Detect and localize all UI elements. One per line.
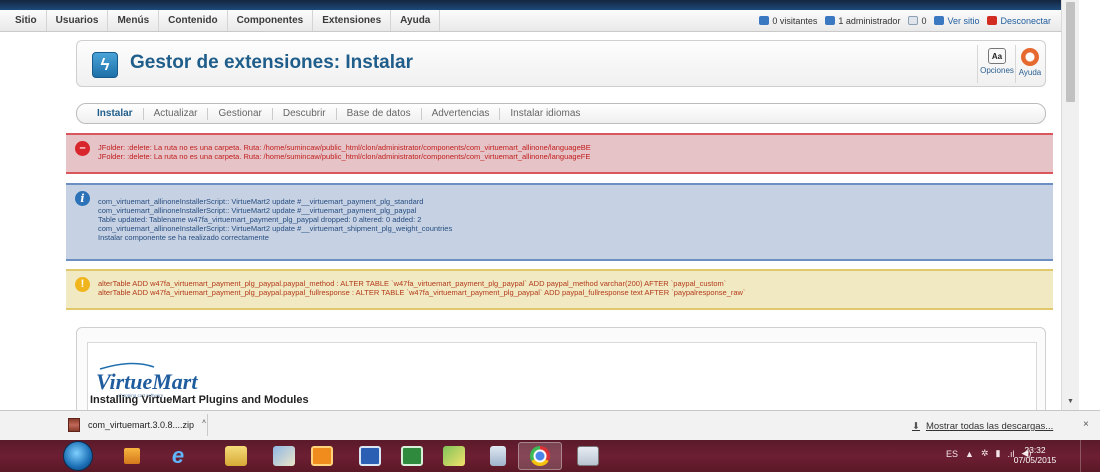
- options-icon: Aa: [988, 48, 1006, 64]
- scrollbar-thumb[interactable]: [1066, 2, 1075, 102]
- tab-instalar[interactable]: Instalar: [87, 107, 144, 120]
- visitors-status[interactable]: 0 visitantes: [759, 16, 817, 26]
- error-message: – JFolder: :delete: La ruta no es una ca…: [66, 133, 1053, 174]
- clock-date: 07/05/2015: [1013, 455, 1057, 465]
- extension-manager-icon: ϟ: [92, 52, 118, 78]
- top-strip: [0, 0, 1061, 10]
- page-title: Gestor de extensiones: Instalar: [130, 52, 413, 73]
- menu-usuarios[interactable]: Usuarios: [47, 10, 109, 31]
- warning-line: alterTable ADD w47fa_virtuemart_payment_…: [98, 288, 746, 297]
- visitors-count: 0 visitantes: [772, 15, 818, 26]
- download-arrow-icon: ⬇: [912, 421, 920, 432]
- screen: Sitio Usuarios Menús Contenido Component…: [0, 0, 1100, 472]
- info-line: com_virtuemart_allinoneInstallerScript::…: [98, 224, 453, 233]
- downloads-bar: com_virtuemart.3.0.8....zip ˄ ⬇ Mostrar …: [0, 410, 1100, 440]
- help-button[interactable]: Ayuda: [1013, 46, 1047, 82]
- close-downloads-icon[interactable]: ×: [1083, 419, 1089, 430]
- menu-ayuda[interactable]: Ayuda: [391, 10, 441, 31]
- windows-taskbar: e ES ▲ ✲ ▮ .ıl ◀) 23:32 07/05/2015: [0, 440, 1100, 472]
- clock-time: 23:32: [1024, 445, 1046, 455]
- tab-instalar-idiomas[interactable]: Instalar idiomas: [500, 108, 590, 120]
- page-scrollbar[interactable]: ▼: [1061, 0, 1079, 410]
- notepad-pen-icon[interactable]: [432, 442, 476, 470]
- admins-count: 1 administrador: [838, 15, 901, 26]
- browser-viewport: Sitio Usuarios Menús Contenido Component…: [0, 0, 1061, 410]
- power-icon: [987, 16, 998, 25]
- page-header: ϟ Gestor de extensiones: Instalar Aa Opc…: [76, 40, 1046, 87]
- windows-media-player-icon[interactable]: [110, 442, 154, 470]
- info-message: i com_virtuemart_allinoneInstallerScript…: [66, 183, 1053, 261]
- warning-line: alterTable ADD w47fa_virtuemart_payment_…: [98, 279, 727, 288]
- show-desktop-button[interactable]: [1080, 440, 1100, 472]
- menu-contenido[interactable]: Contenido: [159, 10, 228, 31]
- download-file-name: com_virtuemart.3.0.8....zip: [88, 420, 195, 430]
- snipping-tool-icon[interactable]: [566, 442, 610, 470]
- word-icon[interactable]: [348, 442, 392, 470]
- error-line: JFolder: :delete: La ruta no es una carp…: [98, 143, 591, 152]
- info-line: Table updated: Tablename w47fa_virtuemar…: [98, 215, 422, 224]
- info-line: Instalar componente se ha realizado corr…: [98, 233, 269, 242]
- minus-circle-icon: –: [75, 141, 90, 156]
- install-title: Installing VirtueMart Plugins and Module…: [90, 394, 309, 406]
- tab-descubrir[interactable]: Descubrir: [273, 107, 337, 120]
- logout-link[interactable]: Desconectar: [987, 16, 1051, 26]
- calculator-icon[interactable]: [476, 442, 520, 470]
- menu-componentes[interactable]: Componentes: [228, 10, 314, 31]
- file-explorer-icon[interactable]: [214, 442, 258, 470]
- help-label: Ayuda: [1018, 68, 1042, 77]
- status-bar: 0 visitantes 1 administrador 0 Ver sitio…: [751, 10, 1061, 31]
- info-line: com_virtuemart_allinoneInstallerScript::…: [98, 206, 417, 215]
- tab-base-de-datos[interactable]: Base de datos: [337, 107, 422, 120]
- battery-icon[interactable]: ▮: [995, 448, 1000, 459]
- zip-file-icon: [68, 418, 80, 432]
- show-all-downloads-link[interactable]: ⬇ Mostrar todas las descargas...: [912, 421, 1053, 432]
- warning-message: ! alterTable ADD w47fa_virtuemart_paymen…: [66, 269, 1053, 310]
- monitor-icon: [934, 16, 945, 25]
- view-site-label: Ver sitio: [947, 15, 980, 26]
- outlook-icon[interactable]: [300, 442, 344, 470]
- download-menu-chevron-icon[interactable]: ˄: [202, 419, 206, 426]
- excel-icon[interactable]: [390, 442, 434, 470]
- info-line: com_virtuemart_allinoneInstallerScript::…: [98, 197, 424, 206]
- tab-gestionar[interactable]: Gestionar: [208, 107, 273, 120]
- info-icon: i: [75, 191, 90, 206]
- language-indicator[interactable]: ES: [946, 449, 958, 459]
- show-all-downloads-label: Mostrar todas las descargas...: [925, 421, 1054, 432]
- messages-status[interactable]: 0: [908, 16, 926, 26]
- clock[interactable]: 23:32 07/05/2015: [1010, 445, 1060, 465]
- submenu-tabs: Instalar Actualizar Gestionar Descubrir …: [76, 103, 1046, 124]
- mail-icon: [908, 16, 919, 25]
- users-icon: [759, 16, 770, 25]
- exclamation-icon: !: [75, 277, 90, 292]
- menu-extensiones[interactable]: Extensiones: [313, 10, 392, 31]
- start-button[interactable]: [63, 441, 93, 471]
- logo-text: VirtueMart: [96, 369, 198, 394]
- scroll-down-arrow-icon[interactable]: ▼: [1067, 398, 1074, 405]
- tab-actualizar[interactable]: Actualizar: [144, 107, 209, 120]
- chrome-icon[interactable]: [518, 442, 562, 470]
- admins-status[interactable]: 1 administrador: [825, 16, 900, 26]
- install-output: VirtueMart shopping cart software Instal…: [87, 342, 1037, 410]
- view-site-link[interactable]: Ver sitio: [934, 16, 979, 26]
- menu-sitio[interactable]: Sitio: [6, 10, 47, 31]
- content-panel: VirtueMart shopping cart software Instal…: [76, 327, 1046, 410]
- internet-explorer-icon[interactable]: e: [156, 442, 200, 470]
- messages-count: 0: [921, 15, 927, 26]
- error-line: JFolder: :delete: La ruta no es una carp…: [98, 152, 591, 161]
- tab-advertencias[interactable]: Advertencias: [422, 107, 501, 120]
- menu-menus[interactable]: Menús: [108, 10, 160, 31]
- network-sync-icon[interactable]: ✲: [981, 448, 989, 459]
- admin-icon: [825, 16, 836, 25]
- admin-menubar: Sitio Usuarios Menús Contenido Component…: [0, 10, 1061, 32]
- show-hidden-icons[interactable]: ▲: [965, 449, 974, 459]
- download-item[interactable]: com_virtuemart.3.0.8....zip: [64, 414, 208, 436]
- lifebuoy-icon: [1021, 48, 1039, 66]
- logout-label: Desconectar: [1000, 15, 1051, 26]
